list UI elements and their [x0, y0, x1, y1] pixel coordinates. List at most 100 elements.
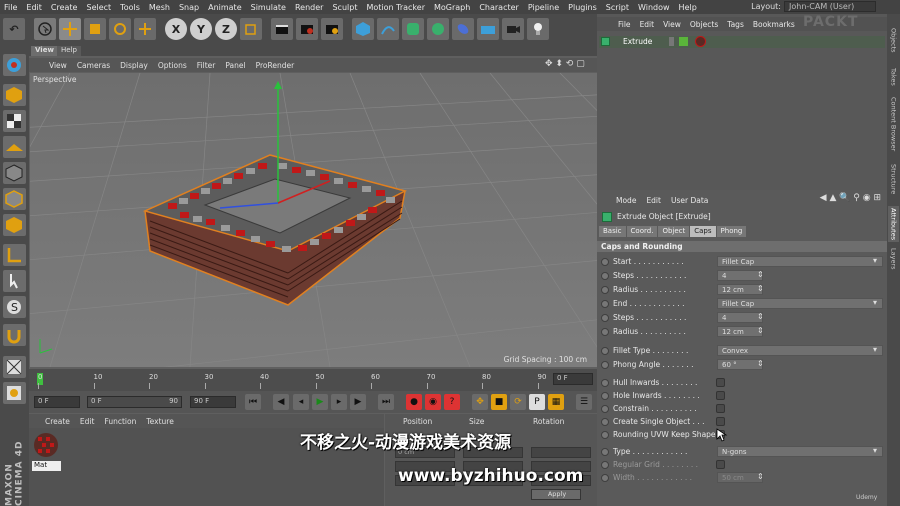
- menu-item-sculpt[interactable]: Sculpt: [332, 3, 357, 12]
- light-icon[interactable]: [527, 18, 549, 40]
- attribute-checkbox[interactable]: [716, 417, 725, 426]
- material-swatch[interactable]: Mat: [32, 431, 61, 471]
- menu-item-motion-tracker[interactable]: Motion Tracker: [366, 3, 425, 12]
- subdivision-surface-icon[interactable]: [402, 18, 424, 40]
- model-mode-icon[interactable]: [3, 84, 26, 106]
- edges-mode-icon[interactable]: [3, 188, 26, 210]
- 3d-viewport[interactable]: Perspective Grid Spacing : 100 cm: [30, 73, 597, 367]
- side-tab-objects[interactable]: Objects: [888, 22, 899, 58]
- rotate-tool-icon[interactable]: [109, 18, 131, 40]
- solo-mode-icon[interactable]: S: [3, 296, 26, 318]
- attribute-dropdown[interactable]: Fillet Cap: [717, 298, 883, 309]
- workplane-lock-icon[interactable]: [3, 356, 26, 378]
- animation-key-dot[interactable]: [601, 258, 609, 266]
- stepper-arrows-icon[interactable]: ⇕: [757, 270, 764, 279]
- z-axis-lock[interactable]: Z: [215, 18, 237, 40]
- end-frame-field[interactable]: 90 F: [190, 396, 236, 408]
- attribute-nav-icons[interactable]: ◀ ▲ 🔍 ⚲ ◉ ⊞: [820, 193, 881, 203]
- viewport-menu-view[interactable]: View: [49, 61, 67, 70]
- scene-floor-icon[interactable]: [477, 18, 499, 40]
- undo-icon[interactable]: ↶: [3, 18, 25, 40]
- key-pla-icon[interactable]: ▦: [548, 394, 564, 410]
- attribute-row[interactable]: Hull Inwards . . . . . . . .: [600, 377, 884, 389]
- x-axis-lock[interactable]: X: [165, 18, 187, 40]
- stepper-arrows-icon[interactable]: ⇕: [757, 284, 764, 293]
- animation-key-dot[interactable]: [601, 272, 609, 280]
- animation-key-dot[interactable]: [601, 300, 609, 308]
- menu-item-character[interactable]: Character: [479, 3, 519, 12]
- menu-item-plugins[interactable]: Plugins: [568, 3, 597, 12]
- coordinate-system-icon[interactable]: [240, 18, 262, 40]
- material-tag-icon[interactable]: [695, 36, 706, 47]
- object-row-extrude[interactable]: Extrude: [599, 36, 885, 48]
- side-tab-attributes[interactable]: Attributes: [888, 206, 899, 242]
- object-menu-bookmarks[interactable]: Bookmarks: [753, 20, 795, 29]
- attribute-checkbox[interactable]: [716, 404, 725, 413]
- tab-caps[interactable]: Caps: [690, 226, 716, 237]
- attribute-row[interactable]: Radius . . . . . . . . . . 12 cm ⇕: [600, 326, 884, 338]
- key-rotation-icon[interactable]: ⟳: [510, 394, 526, 410]
- section-caps-and-rounding[interactable]: Caps and Rounding: [597, 241, 887, 252]
- menu-item-pipeline[interactable]: Pipeline: [528, 3, 559, 12]
- stepper-arrows-icon[interactable]: ⇕: [757, 472, 764, 481]
- attribute-row[interactable]: Steps . . . . . . . . . . . 4 ⇕: [600, 312, 884, 324]
- menu-item-create[interactable]: Create: [51, 3, 78, 12]
- attribute-menu-user-data[interactable]: User Data: [671, 196, 708, 205]
- menu-item-render[interactable]: Render: [295, 3, 323, 12]
- animation-key-dot[interactable]: [601, 328, 609, 336]
- go-to-start-icon[interactable]: ⏮: [245, 394, 261, 410]
- animation-key-dot[interactable]: [601, 448, 609, 456]
- record-keys-icon[interactable]: ●: [406, 394, 422, 410]
- attribute-row[interactable]: Regular Grid . . . . . . . .: [600, 459, 884, 471]
- render-picture-viewer-icon[interactable]: [296, 18, 318, 40]
- y-axis-lock[interactable]: Y: [190, 18, 212, 40]
- object-menu-edit[interactable]: Edit: [640, 20, 655, 29]
- attribute-dropdown[interactable]: Fillet Cap: [717, 256, 883, 267]
- attribute-menu-edit[interactable]: Edit: [646, 196, 661, 205]
- camera-icon[interactable]: [502, 18, 524, 40]
- attribute-dropdown[interactable]: N-gons: [717, 446, 883, 457]
- attribute-row[interactable]: End . . . . . . . . . . . . Fillet Cap ▾: [600, 298, 884, 310]
- attribute-row[interactable]: Hole Inwards . . . . . . . .: [600, 390, 884, 402]
- menu-item-edit[interactable]: Edit: [26, 3, 42, 12]
- next-frame-icon[interactable]: ▸: [331, 394, 347, 410]
- visibility-toggle-icon[interactable]: [669, 37, 674, 46]
- rotation-h-field[interactable]: [531, 447, 591, 458]
- viewport-menu-options[interactable]: Options: [158, 61, 187, 70]
- object-menu-view[interactable]: View: [663, 20, 681, 29]
- object-menu-tags[interactable]: Tags: [727, 20, 744, 29]
- points-mode-icon[interactable]: [3, 162, 26, 184]
- snapping-icon[interactable]: [3, 324, 26, 346]
- animation-key-dot[interactable]: [601, 461, 609, 469]
- keyframe-selection-icon[interactable]: ?: [444, 394, 460, 410]
- tab-help[interactable]: Help: [57, 46, 81, 56]
- animation-key-dot[interactable]: [601, 361, 609, 369]
- attribute-dropdown[interactable]: Convex: [717, 345, 883, 356]
- attribute-row[interactable]: Radius . . . . . . . . . . 12 cm ⇕: [600, 284, 884, 296]
- layout-selector[interactable]: Layout: John-CAM (User): [751, 1, 876, 12]
- viewport-menu-prorender[interactable]: ProRender: [256, 61, 295, 70]
- current-frame-field[interactable]: 0 F: [553, 373, 593, 385]
- menu-item-script[interactable]: Script: [606, 3, 629, 12]
- attribute-row[interactable]: Phong Angle . . . . . . . 60 ° ⇕: [600, 359, 884, 371]
- key-scale-icon[interactable]: ■: [491, 394, 507, 410]
- tab-phong[interactable]: Phong: [716, 226, 747, 237]
- stepper-arrows-icon[interactable]: ⇕: [757, 359, 764, 368]
- attribute-row[interactable]: Steps . . . . . . . . . . . 4 ⇕: [600, 270, 884, 282]
- attribute-menu-mode[interactable]: Mode: [616, 196, 636, 205]
- menu-item-snap[interactable]: Snap: [179, 3, 199, 12]
- apply-button[interactable]: Apply: [531, 489, 581, 500]
- animation-key-dot[interactable]: [601, 392, 609, 400]
- tab-basic[interactable]: Basic: [599, 226, 626, 237]
- layout-dropdown[interactable]: John-CAM (User): [784, 1, 876, 12]
- workplane-icon[interactable]: [3, 136, 26, 158]
- animation-key-dot[interactable]: [601, 431, 609, 439]
- previous-key-icon[interactable]: ◀: [273, 394, 289, 410]
- viewport-menu-panel[interactable]: Panel: [225, 61, 245, 70]
- attribute-checkbox[interactable]: [716, 378, 725, 387]
- menu-item-file[interactable]: File: [4, 3, 17, 12]
- polygons-mode-icon[interactable]: [3, 214, 26, 236]
- next-key-icon[interactable]: ▶: [350, 394, 366, 410]
- render-settings-icon[interactable]: [321, 18, 343, 40]
- attribute-row[interactable]: Start . . . . . . . . . . . Fillet Cap ▾: [600, 256, 884, 268]
